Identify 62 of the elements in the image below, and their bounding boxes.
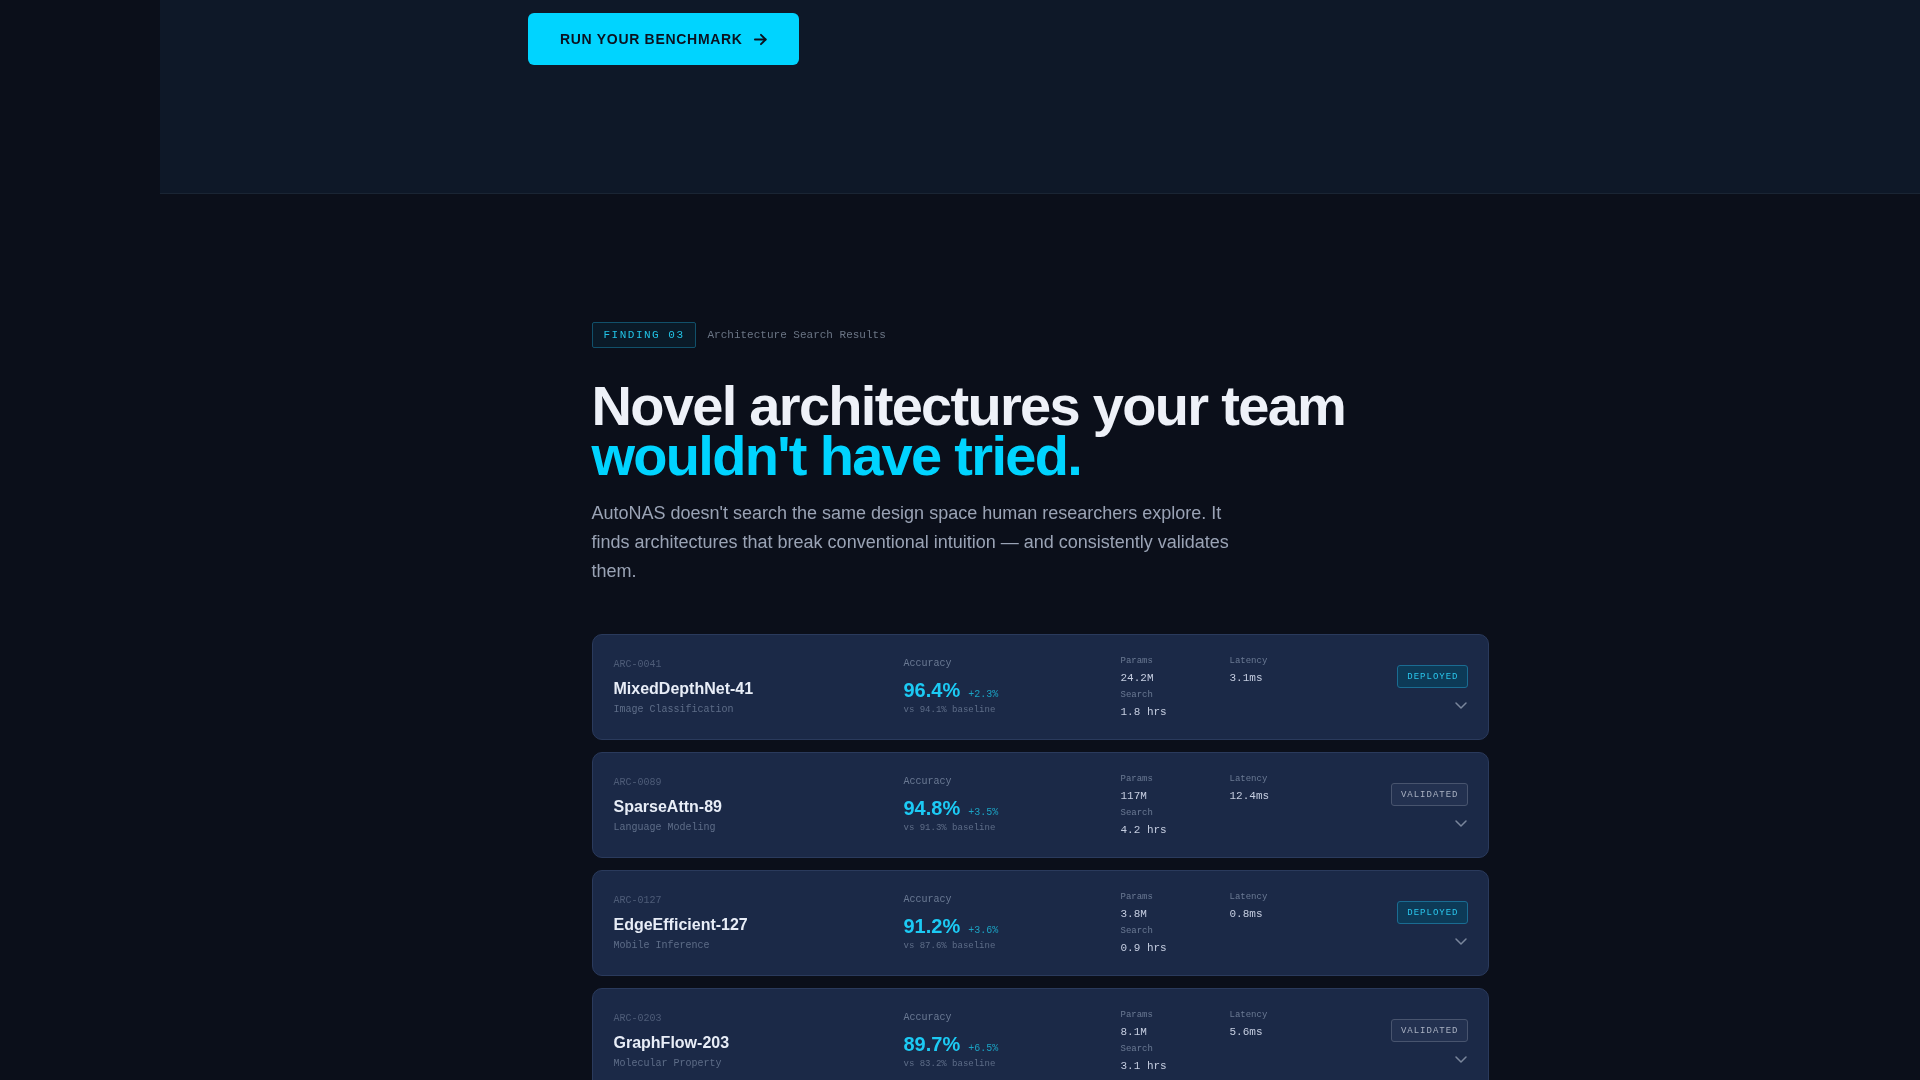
section-caption: Architecture Search Results	[707, 329, 886, 341]
metric-label: Search	[1120, 688, 1154, 702]
baseline-text: vs 91.3% baseline	[903, 822, 997, 835]
metric-value: 3.1ms	[1229, 670, 1264, 686]
metric-value: 3.8M	[1120, 906, 1148, 922]
accuracy-label: Accuracy	[903, 657, 953, 671]
run-benchmark-button[interactable]: RUN YOUR BENCHMARK	[528, 13, 799, 65]
metric-label: Latency	[1229, 772, 1269, 786]
accuracy-gain: +3.6%	[968, 925, 999, 936]
status-badge: VALIDATED	[1390, 1019, 1468, 1042]
section-heading: Novel architectures your team wouldn't have tried.	[591, 381, 1347, 481]
chevron-icon[interactable]	[1454, 702, 1467, 709]
status-badge: VALIDATED	[1390, 783, 1468, 806]
section-description: AutoNAS doesn't search the same design space human researchers explore. It finds architectures that break conventional intuition — and consistently validates them.	[591, 502, 1230, 583]
metric-label: Search	[1120, 806, 1154, 820]
architecture-task: Image Classification	[613, 702, 735, 717]
metric-label: Params	[1120, 654, 1154, 668]
accuracy-gain: +2.3%	[968, 689, 999, 700]
metric-value: 1.8 hrs	[1120, 704, 1168, 720]
metric-label: Latency	[1229, 1008, 1269, 1022]
architecture-name: SparseAttn-89	[613, 796, 723, 817]
architecture-name: MixedDepthNet-41	[613, 678, 755, 699]
accuracy-label: Accuracy	[903, 893, 953, 907]
metric-label: Search	[1120, 1042, 1154, 1056]
metric-value: 12.4ms	[1229, 788, 1271, 804]
status-badge: DEPLOYED	[1397, 665, 1468, 688]
metric-value: 117M	[1120, 788, 1148, 804]
accuracy-value: 94.8%	[903, 796, 961, 820]
arrow-right-icon	[753, 32, 767, 46]
accuracy-label: Accuracy	[903, 775, 953, 789]
chevron-icon[interactable]	[1454, 820, 1467, 827]
metric-label: Latency	[1229, 890, 1269, 904]
accuracy-value: 89.7%	[903, 1032, 961, 1056]
accuracy-value: 96.4%	[903, 678, 961, 702]
metric-label: Params	[1120, 890, 1154, 904]
baseline-text: vs 83.2% baseline	[903, 1058, 997, 1071]
architecture-task: Molecular Property	[613, 1056, 723, 1071]
baseline-text: vs 87.6% baseline	[903, 940, 997, 953]
architecture-task: Mobile Inference	[613, 938, 711, 953]
metric-value: 24.2M	[1120, 670, 1155, 686]
metric-value: 3.1 hrs	[1120, 1058, 1168, 1074]
metric-label: Latency	[1229, 654, 1269, 668]
architecture-name: GraphFlow-203	[613, 1032, 731, 1053]
architecture-task: Language Modeling	[613, 820, 717, 835]
chevron-icon[interactable]	[1454, 1056, 1467, 1063]
metric-value: 5.6ms	[1229, 1024, 1264, 1040]
status-badge: DEPLOYED	[1397, 901, 1468, 924]
metric-value: 8.1M	[1120, 1024, 1148, 1040]
metric-value: 0.8ms	[1229, 906, 1264, 922]
metric-label: Params	[1120, 772, 1154, 786]
chevron-icon[interactable]	[1454, 938, 1467, 945]
metric-label: Search	[1120, 924, 1154, 938]
accuracy-gain: +3.5%	[968, 807, 999, 818]
accuracy-gain: +6.5%	[968, 1043, 999, 1054]
accuracy-label: Accuracy	[903, 1011, 953, 1025]
accuracy-value: 91.2%	[903, 914, 961, 938]
architecture-name: EdgeEfficient-127	[613, 914, 749, 935]
metric-value: 4.2 hrs	[1120, 822, 1168, 838]
finding-tag: FINDING 03	[591, 322, 696, 348]
metric-value: 0.9 hrs	[1120, 940, 1168, 956]
baseline-text: vs 94.1% baseline	[903, 704, 997, 717]
metric-label: Params	[1120, 1008, 1154, 1022]
